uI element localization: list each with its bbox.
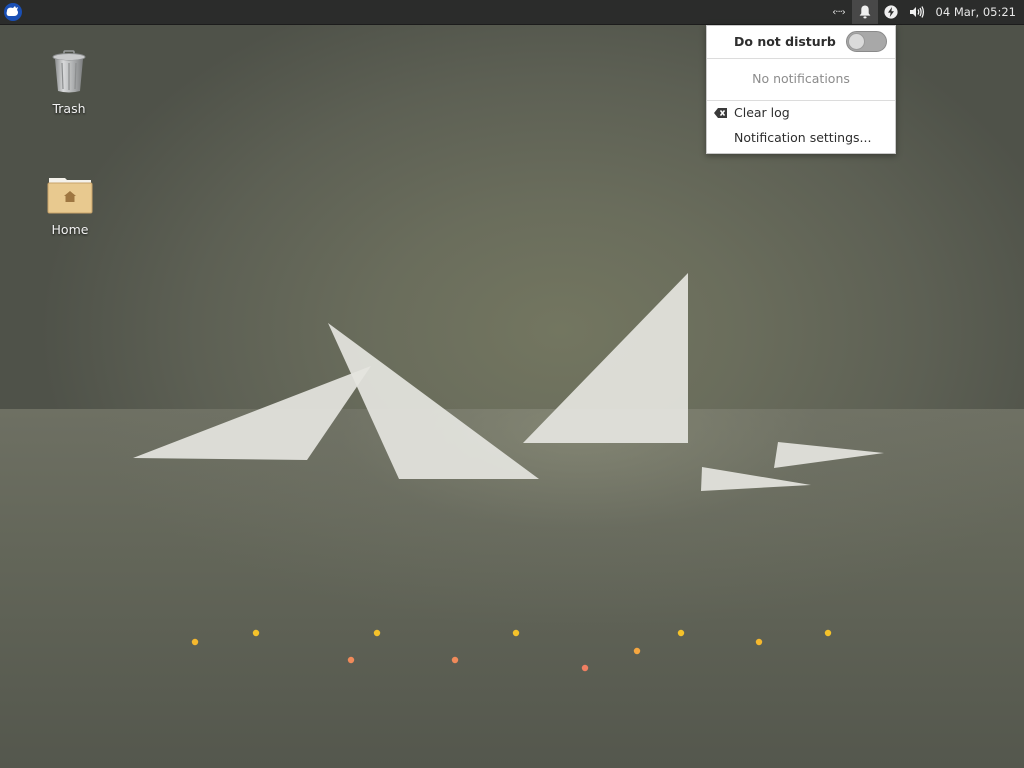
wallpaper-dot: [252, 629, 260, 637]
no-notifications-text: No notifications: [752, 71, 850, 86]
do-not-disturb-label: Do not disturb: [734, 34, 836, 49]
wallpaper-shard-small-low: [701, 467, 811, 491]
separator: [707, 100, 895, 101]
toggle-knob: [848, 33, 865, 50]
do-not-disturb-toggle[interactable]: [846, 31, 887, 52]
separator: [707, 58, 895, 59]
clear-log-menu-item[interactable]: Clear log: [707, 102, 895, 124]
xfce-mouse-logo-icon: [6, 6, 19, 16]
desktop-icon-trash[interactable]: Trash: [29, 50, 109, 116]
wallpaper-dot: [451, 656, 459, 664]
wallpaper-dot: [677, 629, 685, 637]
wallpaper-dot: [191, 638, 199, 646]
network-button[interactable]: ‹···›: [826, 0, 852, 24]
system-tray: ‹···› 04 Mar, 05:21: [826, 0, 1024, 24]
notification-settings-menu-item[interactable]: Notification settings...: [707, 127, 895, 149]
wallpaper-dot: [373, 629, 381, 637]
app-menu-button[interactable]: [4, 3, 22, 21]
wallpaper-dot: [347, 656, 355, 664]
home-folder-icon: [47, 178, 93, 214]
wallpaper-dot: [633, 647, 641, 655]
clear-log-label: Clear log: [734, 105, 790, 120]
home-label: Home: [51, 222, 89, 237]
notification-bell-icon: [859, 5, 870, 19]
wallpaper-dot: [755, 638, 763, 646]
network-icon: ‹···›: [832, 6, 846, 18]
wallpaper-sail: [523, 273, 688, 443]
volume-icon: [909, 6, 924, 18]
do-not-disturb-row: Do not disturb: [707, 26, 895, 58]
trash-label: Trash: [52, 101, 86, 116]
trash-icon: [52, 50, 86, 93]
notification-settings-label: Notification settings...: [734, 130, 872, 145]
top-panel: ‹···› 04 Mar, 05:21: [0, 0, 1024, 25]
wallpaper-dot: [824, 629, 832, 637]
power-icon: [883, 5, 898, 19]
wallpaper-dot: [512, 629, 520, 637]
clear-backspace-icon: [714, 108, 727, 118]
volume-button[interactable]: [904, 0, 930, 24]
desktop-icon-home[interactable]: Home: [30, 175, 110, 237]
wallpaper-shard-center: [328, 323, 539, 479]
power-button[interactable]: [878, 0, 904, 24]
notifications-button[interactable]: [851, 0, 878, 24]
notifications-popup: Do not disturb No notifications Clear lo…: [706, 25, 896, 154]
wallpaper-shard-small-high: [774, 442, 884, 468]
wallpaper-dot: [581, 664, 589, 672]
clock[interactable]: 04 Mar, 05:21: [930, 0, 1024, 24]
wallpaper-shard-left: [133, 366, 371, 460]
